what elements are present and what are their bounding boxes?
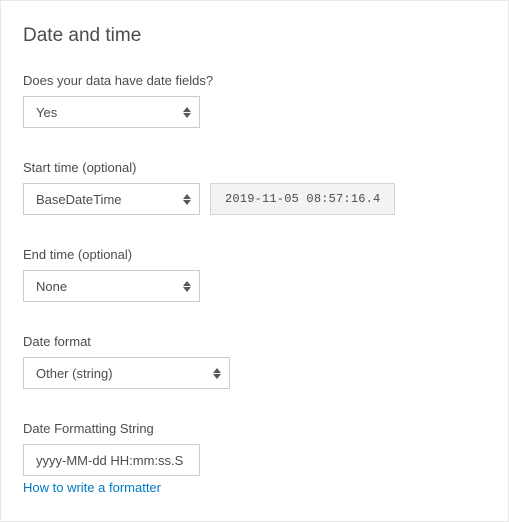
chevron-sort-icon xyxy=(181,105,193,119)
end-time-value: None xyxy=(36,279,67,294)
panel-title: Date and time xyxy=(23,25,486,47)
format-string-input[interactable] xyxy=(23,444,200,476)
date-time-panel: Date and time Does your data have date f… xyxy=(0,0,509,522)
has-date-fields-select[interactable]: Yes xyxy=(23,96,200,128)
chevron-sort-icon xyxy=(211,366,223,380)
format-string-label: Date Formatting String xyxy=(23,421,486,436)
start-time-field: Start time (optional) BaseDateTime 2019-… xyxy=(23,160,486,215)
chevron-sort-icon xyxy=(181,279,193,293)
has-date-fields-value: Yes xyxy=(36,105,57,120)
date-format-label: Date format xyxy=(23,334,486,349)
has-date-fields-label: Does your data have date fields? xyxy=(23,73,486,88)
end-time-label: End time (optional) xyxy=(23,247,486,262)
start-time-select[interactable]: BaseDateTime xyxy=(23,183,200,215)
start-time-label: Start time (optional) xyxy=(23,160,486,175)
start-time-preview: 2019-11-05 08:57:16.4 xyxy=(210,183,395,215)
start-time-value: BaseDateTime xyxy=(36,192,122,207)
format-string-field: Date Formatting String How to write a fo… xyxy=(23,421,486,497)
has-date-fields-field: Does your data have date fields? Yes xyxy=(23,73,486,128)
date-format-field: Date format Other (string) xyxy=(23,334,486,389)
chevron-sort-icon xyxy=(181,192,193,206)
date-format-value: Other (string) xyxy=(36,366,113,381)
end-time-field: End time (optional) None xyxy=(23,247,486,302)
end-time-select[interactable]: None xyxy=(23,270,200,302)
date-format-select[interactable]: Other (string) xyxy=(23,357,230,389)
formatter-help-link[interactable]: How to write a formatter xyxy=(23,480,161,495)
